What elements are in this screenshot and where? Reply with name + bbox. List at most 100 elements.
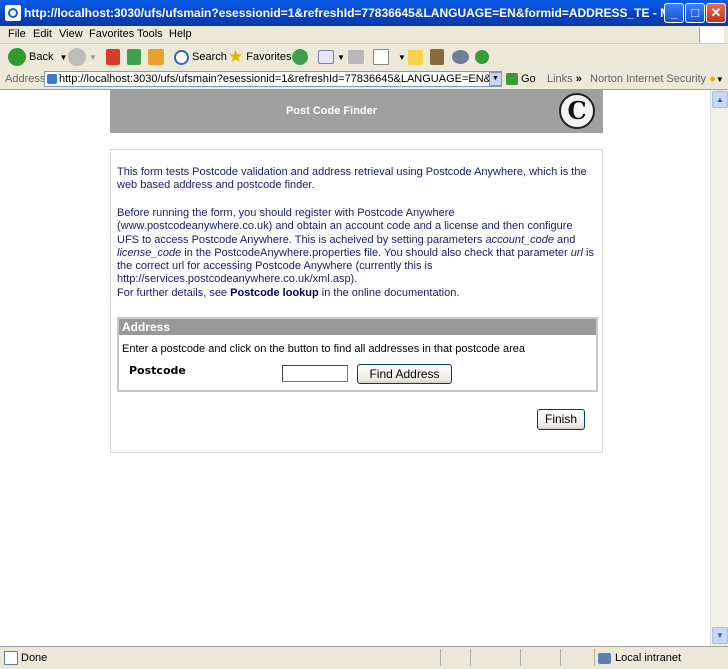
address-panel-description: Enter a postcode and click on the button… (122, 343, 525, 355)
go-button[interactable]: Go (506, 73, 536, 86)
go-label: Go (521, 73, 536, 85)
postcode-label: Postcode (129, 364, 186, 377)
form-content: This form tests Postcode validation and … (110, 149, 603, 453)
details-text: For further details, see Postcode lookup… (117, 287, 597, 300)
refresh-icon (127, 49, 141, 65)
logo-letter: C (567, 96, 587, 125)
page-title: Post Code Finder (285, 105, 378, 117)
license-code-text: license_code (117, 246, 182, 259)
home-button[interactable] (148, 47, 167, 67)
finish-button[interactable]: Finish (537, 409, 585, 430)
status-divider (520, 649, 521, 666)
intro-text: This form tests Postcode validation and … (117, 166, 587, 192)
menu-file[interactable]: File (8, 28, 26, 40)
status-bar: Done Local intranet (0, 646, 728, 669)
history-icon (292, 49, 308, 65)
forward-dropdown-icon[interactable]: ▼ (89, 53, 97, 62)
setup-and: and (553, 233, 576, 246)
address-bar: Address http://localhost:3030/ufs/ufsmai… (0, 70, 728, 90)
address-input[interactable]: http://localhost:3030/ufs/ufsmain?esessi… (44, 71, 502, 87)
norton-label: Norton Internet Security (590, 73, 707, 85)
status-text: Done (21, 652, 48, 664)
word-icon (373, 49, 389, 65)
address-panel-heading: Address (119, 319, 596, 335)
norton-toolbar[interactable]: Norton Internet Security ●▼ (590, 73, 724, 85)
research-button[interactable] (430, 47, 447, 67)
links-button[interactable]: Links » (547, 73, 582, 85)
address-url: http://localhost:3030/ufs/ufsmain?esessi… (59, 73, 501, 85)
note-icon (408, 49, 423, 65)
stop-button[interactable] (106, 47, 123, 67)
menu-bar: File Edit View Favorites Tools Help (0, 26, 728, 44)
favorites-button[interactable]: ★ Favorites (228, 47, 292, 67)
research-icon (430, 49, 444, 65)
norton-dropdown-icon: ▼ (715, 75, 724, 84)
windows-logo-icon (699, 27, 724, 43)
ie-icon (5, 5, 21, 21)
scroll-up-icon[interactable]: ▲ (712, 91, 728, 108)
discuss-button[interactable] (408, 47, 426, 67)
address-panel: Address Enter a postcode and click on th… (117, 317, 598, 392)
star-icon: ★ (228, 47, 244, 66)
status-divider (440, 649, 441, 666)
back-arrow-icon (8, 48, 26, 66)
page-icon (47, 74, 57, 84)
search-label: Search (192, 51, 227, 63)
setup-text: Before running the form, you should regi… (117, 207, 597, 287)
maximize-button[interactable]: □ (685, 3, 705, 23)
address-dropdown-icon[interactable]: ▼ (489, 72, 502, 86)
status-divider (560, 649, 561, 666)
back-dropdown-icon[interactable]: ▼ (59, 53, 67, 62)
setup-part2: in the PostcodeAnywhere.properties file.… (181, 246, 571, 259)
favorites-label: Favorites (246, 51, 292, 63)
mail-button[interactable]: ▼ (318, 47, 345, 67)
details-part2: in the online documentation. (318, 287, 460, 299)
chat-icon (452, 50, 469, 64)
page-header: Post Code Finder C (110, 90, 603, 133)
window-title: http://localhost:3030/ufs/ufsmain?esessi… (24, 6, 664, 20)
search-button[interactable]: Search (174, 47, 227, 67)
account-code-text: account_code (485, 233, 554, 246)
mail-dropdown-icon[interactable]: ▼ (337, 53, 345, 62)
forward-button[interactable]: ▼ (68, 47, 97, 67)
back-label: Back (29, 51, 54, 63)
links-label: Links (547, 73, 573, 85)
print-icon (348, 50, 364, 64)
minimize-button[interactable]: _ (664, 3, 684, 23)
messenger-users-button[interactable] (475, 47, 492, 67)
edit-button[interactable]: ▼ (373, 47, 406, 67)
menu-view[interactable]: View (59, 28, 83, 40)
security-zone: Local intranet (598, 652, 681, 664)
postcode-input[interactable] (282, 365, 348, 382)
home-icon (148, 49, 164, 65)
menu-edit[interactable]: Edit (33, 28, 52, 40)
norton-icon: ● (709, 73, 716, 85)
menu-favorites[interactable]: Favorites (89, 28, 134, 40)
edit-dropdown-icon[interactable]: ▼ (398, 53, 406, 62)
users-icon (475, 50, 489, 64)
zone-label: Local intranet (615, 652, 682, 664)
url-param-text: url (570, 246, 583, 259)
address-label: Address (5, 73, 46, 85)
scroll-down-icon[interactable]: ▼ (712, 627, 728, 644)
menu-help[interactable]: Help (169, 28, 192, 40)
refresh-button[interactable] (127, 47, 144, 67)
stop-icon (106, 49, 120, 65)
copyright-logo-icon: C (559, 93, 595, 129)
status-divider (594, 649, 595, 666)
status-divider (470, 649, 471, 666)
forward-arrow-icon (68, 48, 86, 66)
search-icon (174, 49, 189, 65)
close-button[interactable]: ✕ (706, 3, 726, 23)
print-button[interactable] (348, 47, 367, 67)
window-title-bar: http://localhost:3030/ufs/ufsmain?esessi… (0, 0, 728, 26)
menu-tools[interactable]: Tools (137, 28, 163, 40)
history-button[interactable] (292, 47, 311, 67)
mail-icon (318, 50, 334, 64)
postcode-lookup-link[interactable]: Postcode lookup (230, 287, 319, 299)
back-button[interactable]: Back ▼ (8, 47, 67, 67)
vertical-scrollbar[interactable]: ▲ ▼ (710, 90, 728, 646)
find-address-button[interactable]: Find Address (357, 364, 452, 384)
intranet-icon (598, 652, 611, 664)
messenger-button[interactable] (452, 47, 472, 67)
